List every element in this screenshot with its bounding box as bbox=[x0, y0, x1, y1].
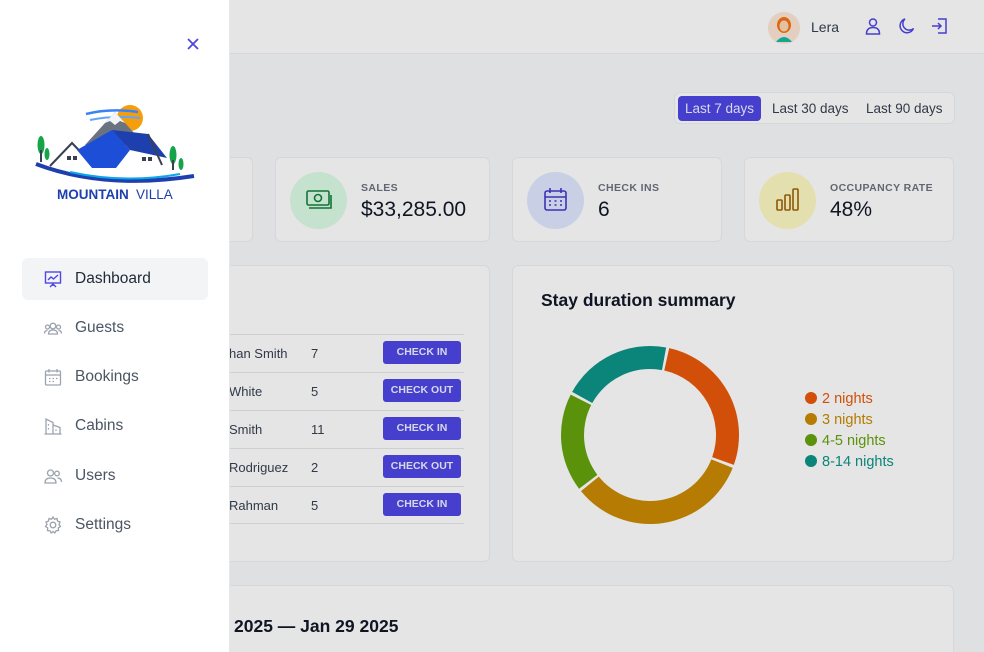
sidebar-item-label: Bookings bbox=[75, 368, 139, 385]
logo: MOUNTAIN VILLA bbox=[30, 100, 200, 210]
brand-name-part1: MOUNTAIN bbox=[57, 187, 129, 202]
sidebar-item-label: Cabins bbox=[75, 417, 124, 434]
sidebar-item-dashboard[interactable]: Dashboard bbox=[22, 258, 208, 300]
sidebar-item-label: Dashboard bbox=[75, 270, 151, 287]
chart-presentation-icon bbox=[44, 271, 62, 288]
sidebar-item-users[interactable]: Users bbox=[22, 455, 208, 497]
sidebar: MOUNTAIN VILLA Dashboard Guests Bookings bbox=[0, 0, 230, 652]
sidebar-item-cabins[interactable]: Cabins bbox=[22, 405, 208, 447]
sidebar-item-label: Settings bbox=[75, 516, 132, 533]
sidebar-item-guests[interactable]: Guests bbox=[22, 307, 208, 349]
calendar-icon bbox=[44, 369, 62, 386]
close-icon[interactable] bbox=[183, 34, 203, 54]
sidebar-item-label: Guests bbox=[75, 319, 125, 336]
users-group-icon bbox=[43, 322, 63, 335]
users-icon bbox=[44, 469, 63, 484]
building-icon bbox=[44, 417, 62, 435]
sidebar-item-bookings[interactable]: Bookings bbox=[22, 356, 208, 398]
sidebar-item-settings[interactable]: Settings bbox=[22, 504, 208, 546]
brand-name-part2: VILLA bbox=[136, 187, 173, 202]
sidebar-item-label: Users bbox=[75, 467, 116, 484]
gear-icon bbox=[44, 515, 62, 535]
